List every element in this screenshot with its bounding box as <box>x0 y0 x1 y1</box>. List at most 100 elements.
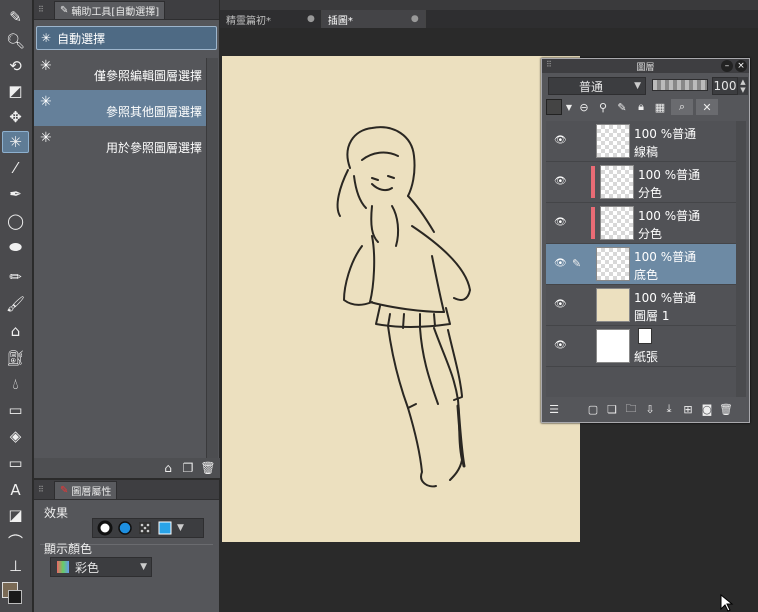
new-raster-layer-icon[interactable]: ▢ <box>585 401 601 417</box>
correct-line-icon[interactable]: ⊥ <box>2 555 29 577</box>
opacity-slider[interactable] <box>652 79 708 91</box>
zoom-tool-icon[interactable]: 🔍︎ <box>2 30 29 52</box>
frame-border-icon[interactable]: ⌒ <box>2 530 29 552</box>
clipping-icon[interactable]: ⊖ <box>576 99 592 115</box>
transfer-down-icon[interactable]: ⇩ <box>642 401 658 417</box>
chevron-down-icon: ▼ <box>140 562 147 572</box>
eye-icon[interactable]: 👁︎ <box>554 176 567 188</box>
lock-icon[interactable]: 🔒︎ <box>633 99 649 115</box>
layer-opacity-blend: 100 %普通 <box>634 291 697 305</box>
copy-subtool-icon[interactable]: ❐ <box>180 460 196 476</box>
opacity-value[interactable]: 100 <box>712 77 738 95</box>
brush-icon[interactable]: 🖌︎ <box>2 293 29 315</box>
merge-down-icon[interactable]: ⤓ <box>661 401 677 417</box>
decoration-icon[interactable]: ⌂ <box>2 320 29 342</box>
airbrush-icon[interactable]: ⛽︎ <box>2 347 29 369</box>
new-folder-icon[interactable]: 🗀︎ <box>623 401 639 417</box>
blend-tool-icon[interactable]: 💧︎ <box>2 373 29 395</box>
eyedropper-icon[interactable]: ⁄ <box>2 157 29 179</box>
layer-thumbnail <box>596 288 630 322</box>
panel-grip-icon[interactable]: ⠿ <box>38 485 48 495</box>
eye-icon[interactable]: 👁︎ <box>554 258 567 270</box>
close-tab-icon[interactable]: ● <box>411 14 419 24</box>
selection-ellipse-icon[interactable]: ⬬ <box>2 236 29 258</box>
minimize-icon[interactable]: – <box>721 60 733 72</box>
close-icon[interactable]: × <box>735 60 747 72</box>
subtool-tab[interactable]: ✎ 輔助工具[自動選擇] <box>54 0 166 19</box>
layer-panel-titlebar[interactable]: ⠿ 圖層 – × <box>542 59 749 73</box>
subtool-item-other-layers[interactable]: ✳ 參照其他圖層選擇 <box>34 90 206 126</box>
mask-area-icon[interactable]: ✕ <box>696 99 718 115</box>
layer-scrollbar[interactable] <box>736 121 746 397</box>
layer-color-icon[interactable] <box>157 520 173 536</box>
eraser-icon[interactable]: ▭ <box>2 399 29 421</box>
property-tab[interactable]: ✎ 圖層屬性 <box>54 480 118 499</box>
layer-thumbnail <box>596 329 630 363</box>
border-effect-icon[interactable] <box>97 520 113 536</box>
text-tool-icon[interactable]: A <box>2 479 29 501</box>
extract-line-icon[interactable] <box>117 520 133 536</box>
layer-menu-icon[interactable]: ☰ <box>546 401 562 417</box>
draft-layer-icon[interactable]: ✎ <box>614 99 630 115</box>
delete-subtool-icon[interactable]: 🗑︎ <box>200 460 216 476</box>
pen-nib-icon[interactable]: ✒ <box>2 183 29 205</box>
figure-tool-icon[interactable]: ▭ <box>2 452 29 474</box>
close-tab-icon[interactable]: ● <box>307 14 315 24</box>
auto-select-tool-icon[interactable]: ✳ <box>2 131 29 153</box>
layer-row-lineart[interactable]: 👁︎ 100 %普通 線稿 <box>546 121 736 162</box>
doc-tab-2[interactable]: 插圖* ● <box>321 10 426 28</box>
layer-row-paper[interactable]: 👁︎ 紙張 <box>546 326 736 367</box>
eye-icon[interactable]: 👁︎ <box>554 299 567 311</box>
move-layer-icon[interactable]: ✥ <box>2 106 29 128</box>
pencil-icon[interactable]: ✏ <box>2 266 29 288</box>
subtool-group-label: 自動選擇 <box>57 31 106 46</box>
panel-grip-icon[interactable]: ⠿ <box>38 5 48 15</box>
layer-name: 分色 <box>638 227 663 241</box>
chevron-down-icon[interactable]: ▼ <box>177 523 184 533</box>
panel-grip-icon[interactable]: ⠿ <box>546 60 556 70</box>
layer-color-icon[interactable] <box>546 99 562 115</box>
eye-icon[interactable]: 👁︎ <box>554 340 567 352</box>
mask-enable-icon[interactable]: ⌕ <box>671 99 693 115</box>
canvas-paper[interactable] <box>222 56 580 542</box>
doc-tab-1[interactable]: 精靈篇初* ● <box>220 10 322 28</box>
doc-tab-label: 精靈篇初* <box>226 15 271 27</box>
effects-label: 效果 <box>44 506 69 520</box>
eye-icon[interactable]: 👁︎ <box>554 217 567 229</box>
combine-icon[interactable]: ⊞ <box>680 401 696 417</box>
lock-transparency-icon[interactable]: ▦ <box>652 99 668 115</box>
layer-row-flat1[interactable]: 👁︎ 100 %普通 分色 <box>546 162 736 203</box>
subtool-group-header[interactable]: ✳ 自動選擇 <box>36 26 217 50</box>
subtool-panel: ⠿ ✎ 輔助工具[自動選擇] ✳ 自動選擇 ✳ 僅參照編輯圖層選擇 ✳ 參照其他… <box>34 0 220 478</box>
operation-tool-icon[interactable]: ◩ <box>2 80 29 102</box>
tone-effect-icon[interactable] <box>137 520 153 536</box>
layer-row-layer1[interactable]: 👁︎ 100 %普通 圖層 1 <box>546 285 736 326</box>
blend-mode-select[interactable]: 普通 ▼ <box>548 77 646 95</box>
subtool-scrollbar[interactable] <box>206 58 218 458</box>
document-tabs: 精靈篇初* ● 插圖* ● <box>220 10 758 28</box>
clip-studio-window: ✎ 🔍︎ ⟲ ◩ ✥ ✳ ⁄ ✒ ◯ ⬬ ✏ 🖌︎ ⌂ ⛽︎ 💧︎ ▭ ◈ ▭ … <box>0 0 758 612</box>
gradient-tool-icon[interactable]: ◪ <box>2 504 29 526</box>
subtool-item-reference-layer[interactable]: ✳ 用於參照圖層選擇 <box>34 126 206 162</box>
display-color-select[interactable]: 彩色 ▼ <box>50 557 152 577</box>
new-vector-layer-icon[interactable]: ❏ <box>604 401 620 417</box>
eye-icon[interactable]: 👁︎ <box>554 135 567 147</box>
wand-icon: ✳ <box>40 94 52 110</box>
lasso-icon[interactable]: ◯ <box>2 210 29 232</box>
rotate-view-icon[interactable]: ⟲ <box>2 55 29 77</box>
tool-palette: ✎ 🔍︎ ⟲ ◩ ✥ ✳ ⁄ ✒ ◯ ⬬ ✏ 🖌︎ ⌂ ⛽︎ 💧︎ ▭ ◈ ▭ … <box>0 0 33 612</box>
delete-layer-icon[interactable]: 🗑︎ <box>718 401 734 417</box>
reference-layer-icon[interactable]: ⚲ <box>595 99 611 115</box>
chevron-down-icon[interactable]: ▼ <box>565 99 573 115</box>
layer-row-flat2[interactable]: 👁︎ 100 %普通 分色 <box>546 203 736 244</box>
subtool-item-edit-layer[interactable]: ✳ 僅參照編輯圖層選擇 <box>34 54 206 90</box>
custom-subtool-icon[interactable]: ⌂ <box>160 460 176 476</box>
mask-icon[interactable]: ◙ <box>699 401 715 417</box>
layer-row-base[interactable]: 👁︎ ✎ 100 %普通 底色 <box>546 244 736 285</box>
opacity-stepper[interactable]: ▲ ▼ <box>738 77 748 95</box>
property-tab-icon: ✎ <box>60 484 69 496</box>
sub-color-swatch[interactable] <box>8 590 22 604</box>
pen-tool-icon[interactable]: ✎ <box>2 6 29 28</box>
fill-bucket-icon[interactable]: ◈ <box>2 425 29 447</box>
layer-thumbnail <box>600 206 634 240</box>
